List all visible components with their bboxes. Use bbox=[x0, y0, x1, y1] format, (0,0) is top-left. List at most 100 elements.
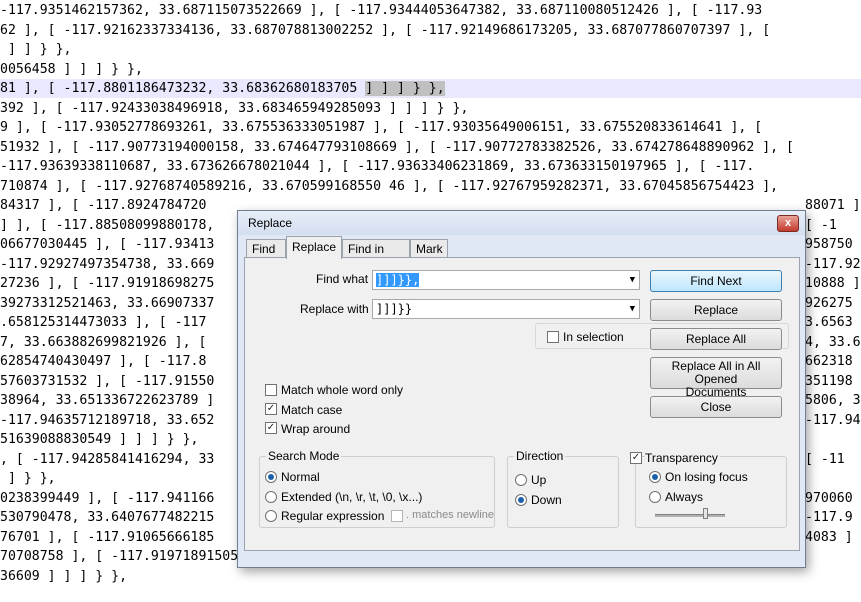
code-line-fragment: 4083 ] bbox=[805, 529, 853, 545]
transparency-always-radio[interactable] bbox=[649, 491, 661, 503]
matches-newline-checkbox[interactable] bbox=[391, 510, 403, 522]
transparency-label: Transparency bbox=[645, 451, 720, 465]
in-selection-label: In selection bbox=[563, 330, 624, 344]
code-line-text: 76701 ], [ -117.91065666185 bbox=[0, 529, 215, 545]
replace-button[interactable]: Replace bbox=[650, 299, 782, 321]
code-line[interactable]: 06677030445 ], [ -117.93413 bbox=[0, 235, 214, 254]
code-line-fragment: 5806, 3 bbox=[805, 393, 861, 408]
search-mode-extended-radio[interactable] bbox=[265, 491, 277, 503]
match-whole-word-checkbox[interactable] bbox=[265, 384, 277, 396]
code-line-text: 62854740430497 ], [ -117.8 bbox=[0, 354, 207, 369]
code-line[interactable]: 9 ], [ -117.93052778693261, 33.675536333… bbox=[0, 118, 762, 137]
transparency-slider-thumb[interactable] bbox=[703, 508, 708, 519]
transparency-always-label: Always bbox=[665, 490, 704, 504]
code-line[interactable]: ] ], [ -117.88508099880178, bbox=[0, 216, 214, 235]
code-line[interactable]: 0238399449 ], [ -117.941166 bbox=[0, 489, 214, 508]
dialog-title: Replace bbox=[248, 216, 293, 230]
code-line-text: 38964, 33.651336722623789 ] bbox=[0, 393, 215, 408]
tab-mark[interactable]: Mark bbox=[410, 239, 448, 257]
replace-panel: Find what : ]]]}}, ▼ Replace with : ]]]}… bbox=[244, 257, 800, 551]
direction-down-radio[interactable] bbox=[515, 494, 527, 506]
code-line[interactable]: 62 ], [ -117.92162337334136, 33.68707881… bbox=[0, 21, 770, 40]
direction-title: Direction bbox=[514, 449, 566, 463]
code-line[interactable]: 76701 ], [ -117.91065666185 bbox=[0, 528, 214, 547]
replace-dialog: Replace x Find Replace Find in Files Mar… bbox=[237, 210, 806, 568]
code-line-fragment: -117.94 bbox=[805, 412, 861, 428]
code-line[interactable]: -117.93639338110687, 33.673626678021044 … bbox=[0, 157, 754, 176]
code-line[interactable]: 7, 33.663882699821926 ], [ bbox=[0, 333, 206, 352]
code-line[interactable]: 38964, 33.651336722623789 ] bbox=[0, 391, 214, 410]
chevron-down-icon[interactable]: ▼ bbox=[630, 271, 635, 289]
code-line[interactable]: ] } }, bbox=[0, 469, 56, 488]
code-line[interactable]: 0056458 ] ] ] } }, bbox=[0, 60, 143, 79]
code-line[interactable]: 51932 ], [ -117.90773194000158, 33.67464… bbox=[0, 138, 794, 157]
search-mode-regex-radio[interactable] bbox=[265, 510, 277, 522]
replace-all-opened-button[interactable]: Replace All in All Opened Documents bbox=[650, 357, 782, 399]
code-line[interactable]: 81 ], [ -117.8801186473232, 33.683626801… bbox=[0, 79, 861, 98]
chevron-down-icon[interactable]: ▼ bbox=[630, 300, 635, 318]
tab-replace[interactable]: Replace bbox=[286, 236, 342, 259]
transparency-slider-track[interactable] bbox=[655, 514, 725, 517]
code-line[interactable]: 57603731532 ], [ -117.91550 bbox=[0, 372, 214, 391]
code-line[interactable]: -117.92927497354738, 33.669 bbox=[0, 255, 214, 274]
code-line-text: 81 ], [ -117.8801186473232, 33.683626801… bbox=[0, 81, 366, 96]
code-line[interactable]: 84317 ], [ -117.8924784720 bbox=[0, 196, 206, 215]
code-line-text: 530790478, 33.6407677482215 bbox=[0, 510, 215, 525]
code-line[interactable]: -117.94635712189718, 33.652 bbox=[0, 411, 214, 430]
code-line-fragment: 662318 bbox=[805, 354, 853, 369]
search-mode-normal-radio[interactable] bbox=[265, 471, 277, 483]
code-line-fragment: -117.92 bbox=[805, 256, 861, 272]
close-window-button[interactable]: x bbox=[777, 215, 799, 232]
code-line[interactable]: -117.9351462157362, 33.687115073522669 ]… bbox=[0, 1, 762, 20]
code-line[interactable]: 530790478, 33.6407677482215 bbox=[0, 508, 214, 527]
code-line[interactable]: 27236 ], [ -117.91918698275 bbox=[0, 274, 214, 293]
match-case-checkbox[interactable]: ✓ bbox=[265, 403, 277, 415]
code-line-text: 0238399449 ], [ -117.941166 bbox=[0, 490, 215, 506]
code-line-text: ] } }, bbox=[0, 471, 56, 486]
code-line[interactable]: .658125314473033 ], [ -117 bbox=[0, 313, 206, 332]
code-line-fragment: -117.9 bbox=[805, 510, 853, 525]
search-mode-normal-label: Normal bbox=[281, 470, 320, 484]
close-button[interactable]: Close bbox=[650, 396, 782, 418]
code-line[interactable]: 36609 ] ] ] } }, bbox=[0, 567, 127, 586]
code-line-text: 27236 ], [ -117.91918698275 bbox=[0, 276, 215, 291]
close-icon: x bbox=[784, 217, 792, 229]
code-line-fragment: 958750 bbox=[805, 237, 853, 252]
code-line-fragment: 926275 bbox=[805, 295, 853, 311]
code-line-text: 36609 ] ] ] } }, bbox=[0, 568, 128, 584]
tab-find[interactable]: Find bbox=[246, 239, 286, 257]
selected-text: ] ] ] } }, bbox=[365, 81, 445, 96]
code-line-fragment: 10888 ] bbox=[805, 276, 861, 291]
code-line-fragment: [ -1 bbox=[805, 217, 837, 233]
dialog-titlebar[interactable]: Replace x bbox=[238, 211, 805, 235]
transparency-on-losing-focus-radio[interactable] bbox=[649, 471, 661, 483]
transparency-checkbox[interactable]: ✓ bbox=[630, 452, 642, 464]
code-line-text: 51932 ], [ -117.90773194000158, 33.67464… bbox=[0, 139, 794, 155]
code-line[interactable]: 51639088830549 ] ] ] } }, bbox=[0, 430, 199, 449]
code-line[interactable]: 710874 ], [ -117.92768740589216, 33.6705… bbox=[0, 177, 778, 196]
wrap-around-label: Wrap around bbox=[281, 422, 351, 436]
tab-find-in-files[interactable]: Find in Files bbox=[342, 239, 410, 274]
in-selection-checkbox[interactable] bbox=[547, 331, 559, 343]
find-what-value: ]]]}}, bbox=[376, 273, 420, 287]
code-line[interactable]: , [ -117.94285841416294, 33 bbox=[0, 450, 214, 469]
find-what-input[interactable]: ]]]}}, ▼ bbox=[372, 270, 640, 290]
code-line-text: ] ], [ -117.88508099880178, bbox=[0, 217, 215, 233]
direction-up-radio[interactable] bbox=[515, 474, 527, 486]
code-line-fragment: [ -11 bbox=[805, 451, 845, 467]
replace-with-input[interactable]: ]]]}} ▼ bbox=[372, 299, 640, 319]
direction-up-label: Up bbox=[531, 473, 547, 487]
code-line-text: 9 ], [ -117.93052778693261, 33.675536333… bbox=[0, 120, 763, 135]
find-what-label: Find what : bbox=[316, 272, 375, 286]
code-line[interactable]: ] ] } }, bbox=[0, 40, 72, 59]
find-next-button[interactable]: Find Next bbox=[650, 270, 782, 292]
wrap-around-checkbox[interactable]: ✓ bbox=[265, 422, 277, 434]
code-line-text: -117.93639338110687, 33.673626678021044 … bbox=[0, 159, 755, 174]
code-line[interactable]: 62854740430497 ], [ -117.8 bbox=[0, 352, 206, 371]
code-line-text: 57603731532 ], [ -117.91550 bbox=[0, 373, 215, 389]
direction-down-label: Down bbox=[531, 493, 562, 507]
code-line[interactable]: 39273312521463, 33.66907337 bbox=[0, 294, 214, 313]
code-line[interactable]: 392 ], [ -117.92433038496918, 33.6834659… bbox=[0, 99, 468, 118]
search-mode-regex-label: Regular expression bbox=[281, 509, 385, 523]
replace-all-button[interactable]: Replace All bbox=[650, 328, 782, 350]
